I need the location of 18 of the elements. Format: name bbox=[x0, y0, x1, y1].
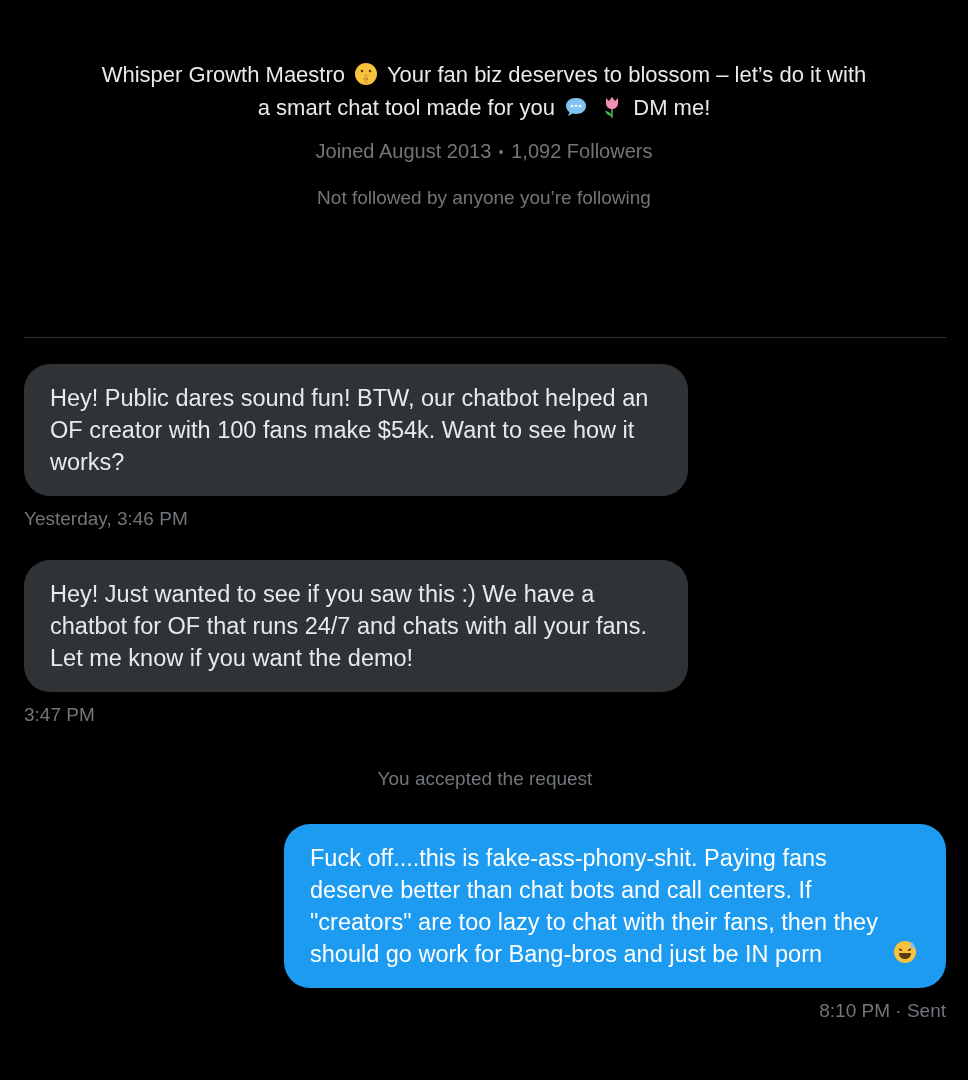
bio-text: a smart chat tool made for you bbox=[257, 95, 555, 120]
bio-text: DM me! bbox=[633, 95, 711, 120]
message-text: Hey! Public dares sound fun! BTW, our chatbot helped an OF creator with 100 fans make $54k. Want to see how it works? bbox=[50, 384, 650, 477]
message-time: 3:47 PM bbox=[24, 704, 95, 726]
followed-by-text: Not followed by anyone you’re following bbox=[316, 187, 652, 209]
message-text: Hey! Just wanted to see if you saw this :) We have a chatbot for OF that runs 24/7 and chats with all your fans. Let me know if you want the demo! bbox=[50, 580, 648, 673]
message-time: 8:10 PM · Sent bbox=[819, 1000, 946, 1022]
message-text: Fuck off....this is fake-ass-phony-shit. Paying fans deserve better than chat bots and call centers. If "creators" are too lazy to chat with their fans, then they should go work for Bang-bros and just be IN porn bbox=[310, 844, 879, 969]
follower-count[interactable]: 1,092 Followers bbox=[511, 140, 653, 163]
grinning-sweat-face-icon bbox=[893, 940, 917, 964]
speech-bubble-icon bbox=[564, 95, 588, 119]
message-time: Yesterday, 3:46 PM bbox=[24, 508, 188, 530]
joined-date: Joined August 2013 bbox=[315, 140, 492, 163]
system-notice: You accepted the request bbox=[376, 768, 594, 790]
bio-text: Whisper Growth Maestro bbox=[101, 62, 346, 87]
bio-text: Your fan biz deserves to blossom – let’s do it with bbox=[386, 62, 867, 87]
separator-dot bbox=[499, 149, 504, 154]
shushing-face-icon bbox=[354, 62, 379, 86]
